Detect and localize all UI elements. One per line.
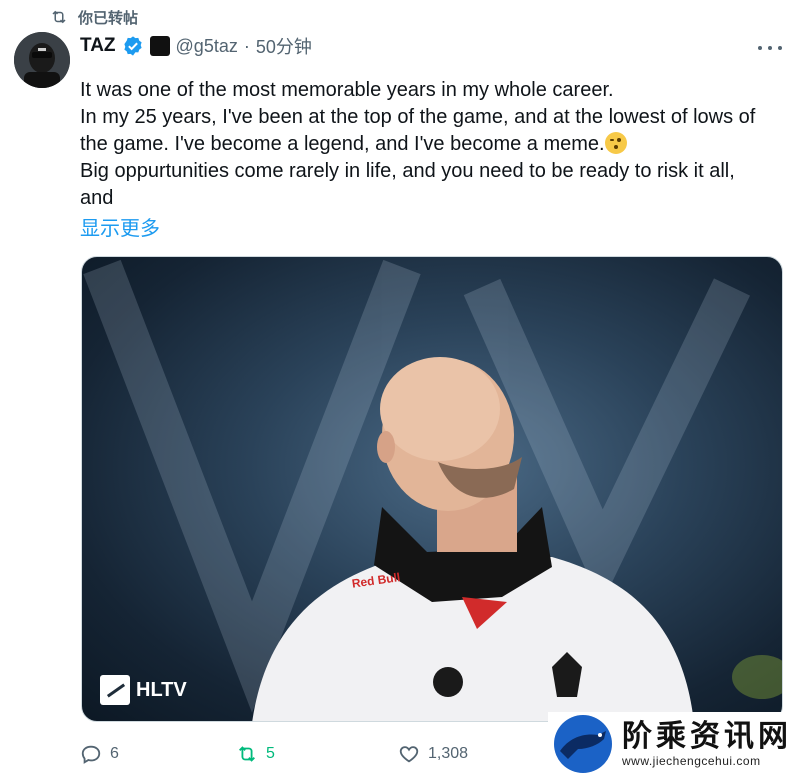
retweet-count: 5 (266, 745, 275, 762)
player-photo: Red Bull (83, 259, 782, 721)
tweet-timestamp[interactable]: 50分钟 (256, 33, 312, 59)
reply-button[interactable]: 6 (80, 743, 119, 765)
like-button[interactable]: 1,308 (398, 743, 468, 765)
retweet-icon (52, 10, 66, 24)
tweet-line: It was one of the most memorable years i… (80, 79, 614, 101)
verified-badge-icon[interactable] (122, 35, 144, 57)
hltv-logo-icon (100, 675, 130, 705)
eagle-logo-icon (554, 715, 612, 773)
tweet-header: TAZ @g5taz · 50分钟 (80, 34, 312, 58)
tweet-media-photo[interactable]: Red Bull HLTV (81, 256, 783, 722)
g2-affiliate-badge-icon[interactable] (149, 36, 170, 56)
tweet-line: In my 25 years, I've been at the top of … (80, 106, 756, 128)
reply-icon (81, 745, 101, 764)
retweet-icon (239, 746, 255, 762)
watermark-title: 阶乘资讯网 (622, 719, 792, 754)
watermark-url: www.jiechengcehui.com (622, 754, 761, 768)
reply-count: 6 (110, 745, 119, 762)
header-separator: · (243, 35, 250, 56)
author-handle[interactable]: @g5taz (176, 36, 238, 57)
author-avatar[interactable] (14, 32, 70, 88)
retweet-banner: 你已转帖 (50, 6, 138, 28)
like-count: 1,308 (428, 745, 469, 762)
heart-icon (399, 746, 419, 763)
tweet-line: Big oppurtunities come rarely in life, a… (80, 160, 735, 182)
tweet-line: and (80, 187, 114, 209)
show-more-link[interactable]: 显示更多 (80, 212, 160, 241)
winking-face-emoji-icon (604, 132, 627, 154)
hltv-watermark: HLTV (100, 675, 187, 705)
tweet-text: It was one of the most memorable years i… (80, 77, 792, 212)
more-options-icon[interactable] (758, 40, 782, 56)
retweet-button[interactable]: 5 (236, 743, 275, 765)
tweet-line: the game. I've become a legend, and I've… (80, 131, 792, 158)
tweet-actions-bar: 6 5 1,308 (80, 740, 540, 768)
retweet-banner-label: 你已转帖 (78, 9, 139, 27)
hltv-label: HLTV (136, 678, 187, 701)
site-watermark: 阶乘资讯网 www.jiechengcehui.com (548, 712, 800, 776)
author-name[interactable]: TAZ (80, 35, 116, 57)
